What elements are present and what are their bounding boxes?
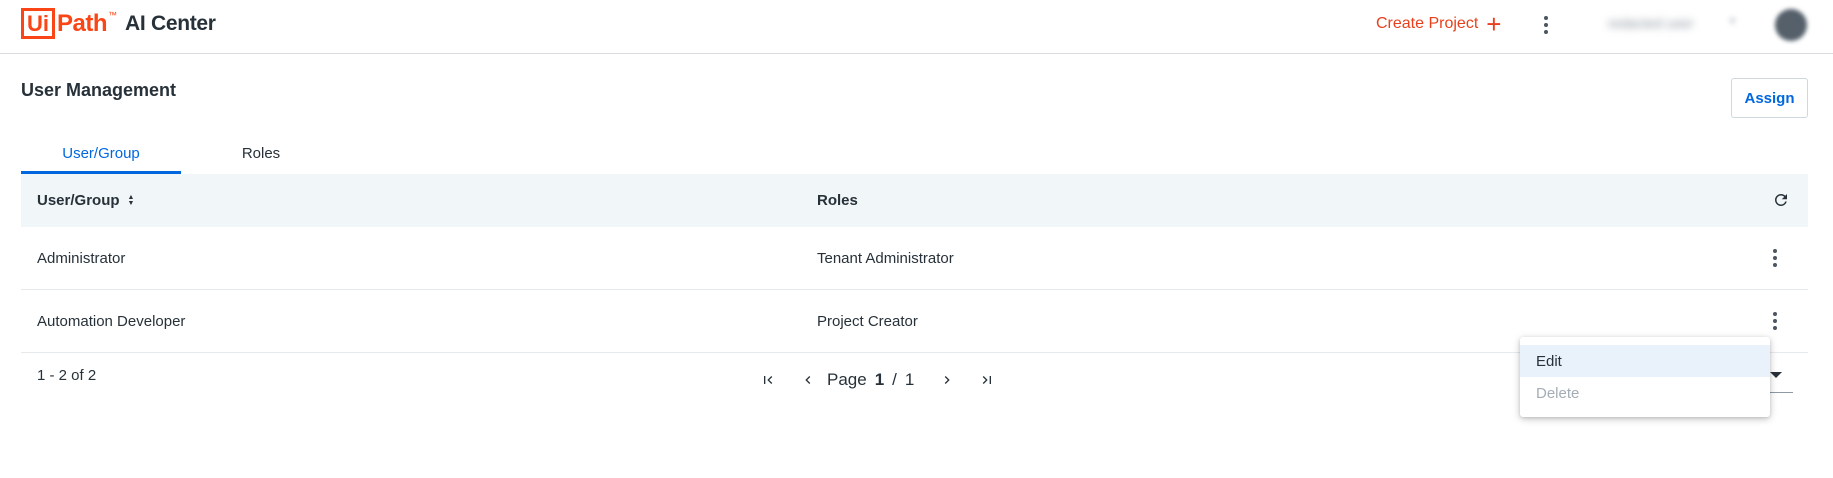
uipath-logo[interactable]: Ui Path ™ AI Center: [21, 8, 216, 39]
column-header-user-group[interactable]: User/Group ▲ ▼: [37, 192, 134, 209]
first-page-icon[interactable]: [757, 369, 779, 391]
tab-user-group[interactable]: User/Group: [21, 132, 181, 174]
row-actions-icon[interactable]: [1765, 247, 1785, 269]
tab-roles[interactable]: Roles: [181, 132, 341, 174]
logo-ui-mark: Ui: [21, 8, 55, 39]
avatar[interactable]: [1775, 9, 1807, 41]
user-name[interactable]: redacted user: [1608, 15, 1708, 33]
row-context-menu: Edit Delete: [1520, 337, 1770, 417]
menu-item-edit[interactable]: Edit: [1520, 345, 1770, 377]
total-pages: 1: [904, 370, 915, 389]
user-grid: User/Group ▲ ▼ Roles Administrator Tenant…: [21, 174, 1808, 353]
row-actions-icon[interactable]: [1765, 310, 1785, 332]
more-options-icon[interactable]: [1536, 13, 1556, 37]
column-header-label: Roles: [817, 192, 858, 209]
cell-roles: Tenant Administrator: [817, 249, 954, 267]
plus-icon: +: [1486, 9, 1502, 39]
column-header-label: User/Group: [37, 192, 120, 209]
refresh-icon[interactable]: [1772, 191, 1790, 209]
page-title: User Management: [21, 80, 177, 100]
logo-trademark: ™: [108, 9, 118, 20]
page-label: Page: [827, 370, 867, 389]
page-separator: /: [892, 370, 897, 389]
current-page: 1: [874, 370, 885, 389]
range-text: 1 - 2 of 2: [37, 367, 97, 384]
cell-roles: Project Creator: [817, 312, 918, 330]
app-header: Ui Path ™ AI Center Create Project + red…: [0, 0, 1833, 54]
menu-item-delete[interactable]: Delete: [1520, 377, 1770, 409]
chevron-down-icon[interactable]: ▾: [1730, 16, 1740, 27]
create-project-label: Create Project: [1376, 15, 1479, 32]
grid-header: User/Group ▲ ▼ Roles: [21, 174, 1808, 227]
cell-user-group: Automation Developer: [37, 312, 186, 330]
next-page-icon[interactable]: [936, 369, 958, 391]
create-project-button[interactable]: Create Project +: [1376, 9, 1502, 39]
chevron-down-icon[interactable]: [1770, 372, 1782, 378]
cell-user-group: Administrator: [37, 249, 126, 267]
logo-path-text: Path: [57, 9, 108, 37]
previous-page-icon[interactable]: [797, 369, 819, 391]
assign-button[interactable]: Assign: [1731, 78, 1808, 118]
column-header-roles: Roles: [817, 192, 858, 209]
sort-icon[interactable]: ▲ ▼: [128, 194, 135, 207]
tab-bar: User/Group Roles: [21, 132, 341, 174]
product-name: AI Center: [125, 11, 216, 35]
pagination: Page 1 / 1: [757, 369, 998, 391]
table-row[interactable]: Administrator Tenant Administrator: [21, 227, 1808, 290]
last-page-icon[interactable]: [976, 369, 998, 391]
